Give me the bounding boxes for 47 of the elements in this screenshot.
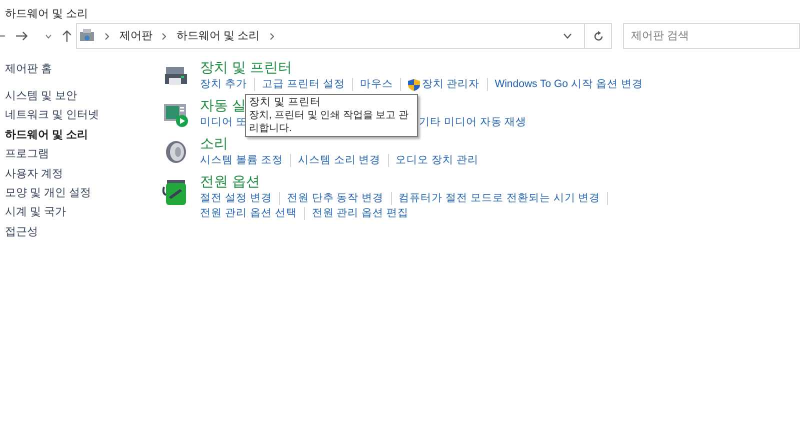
task-link[interactable]: 절전 설정 변경 (200, 190, 272, 206)
task-link[interactable]: 시스템 소리 변경 (298, 152, 381, 168)
sidebar-link[interactable]: 시스템 및 보안 (5, 89, 78, 103)
task-link[interactable]: 전원 관리 옵션 편집 (312, 206, 409, 222)
breadcrumb-item[interactable]: 하드웨어 및 소리 (176, 28, 260, 44)
address-bar[interactable]: 제어판 하드웨어 및 소리 (76, 23, 586, 49)
task-link[interactable]: Windows To Go 시작 옵션 변경 (494, 76, 643, 92)
category-heading[interactable]: 장치 및 프린터 (200, 58, 292, 77)
autoplay-icon (162, 101, 188, 127)
refresh-icon (592, 30, 604, 42)
task-link[interactable]: 미디어 또 (200, 114, 247, 130)
sidebar-link[interactable]: 프로그램 (5, 147, 49, 162)
sidebar-link[interactable]: 접근성 (5, 224, 38, 239)
task-link[interactable]: 시스템 볼륨 조정 (200, 152, 283, 168)
task-link[interactable]: 마우스 (360, 76, 393, 92)
task-link[interactable]: 장치 추가 (200, 76, 247, 92)
control-panel-icon (79, 29, 96, 43)
task-link[interactable]: 기타 미디어 자동 재생 (418, 114, 527, 130)
task-link[interactable]: 장치 관리자 (422, 76, 480, 92)
category-heading[interactable]: 소리 (200, 134, 228, 153)
tooltip-title: 장치 및 프린터 (249, 96, 322, 109)
task-link[interactable]: 전원 단추 동작 변경 (286, 190, 384, 206)
tooltip-text: 장치, 프린터 및 인쇄 작업을 보고 관리합니다. (249, 109, 410, 135)
sidebar-link[interactable]: 제어판 홈 (5, 62, 52, 76)
dropdown-caret-icon[interactable] (563, 33, 572, 39)
breadcrumb-item[interactable]: 제어판 (119, 28, 152, 44)
sidebar-link[interactable]: 시계 및 국가 (5, 205, 66, 220)
chevron-icon (270, 32, 274, 40)
sidebar-link[interactable]: 모양 및 개인 설정 (5, 186, 92, 200)
task-link[interactable]: 전원 관리 옵션 선택 (200, 206, 297, 222)
forward-arrow-icon[interactable] (16, 31, 28, 41)
task-link[interactable]: 컴퓨터가 절전 모드로 전환되는 시기 변경 (398, 190, 600, 206)
window-title: 하드웨어 및 소리 (5, 8, 88, 20)
search-field[interactable]: 제어판 검색 (622, 23, 800, 49)
category-heading[interactable]: 자동 실 (200, 96, 246, 115)
category-heading[interactable]: 전원 옵션 (200, 172, 260, 191)
chevron-icon (162, 32, 166, 40)
sidebar-link[interactable]: 사용자 계정 (5, 166, 64, 181)
shield-icon (408, 78, 420, 90)
task-link[interactable]: 고급 프린터 설정 (262, 76, 345, 92)
refresh-button[interactable] (585, 23, 612, 49)
sidebar-link[interactable]: 하드웨어 및 소리 (5, 128, 88, 142)
task-link[interactable]: 오디오 장치 관리 (396, 152, 479, 168)
up-arrow-icon[interactable] (62, 30, 72, 42)
chevron-icon (105, 32, 110, 40)
dropdown-caret-icon[interactable] (44, 34, 52, 38)
sidebar-link[interactable]: 네트워크 및 인터넷 (5, 108, 100, 122)
